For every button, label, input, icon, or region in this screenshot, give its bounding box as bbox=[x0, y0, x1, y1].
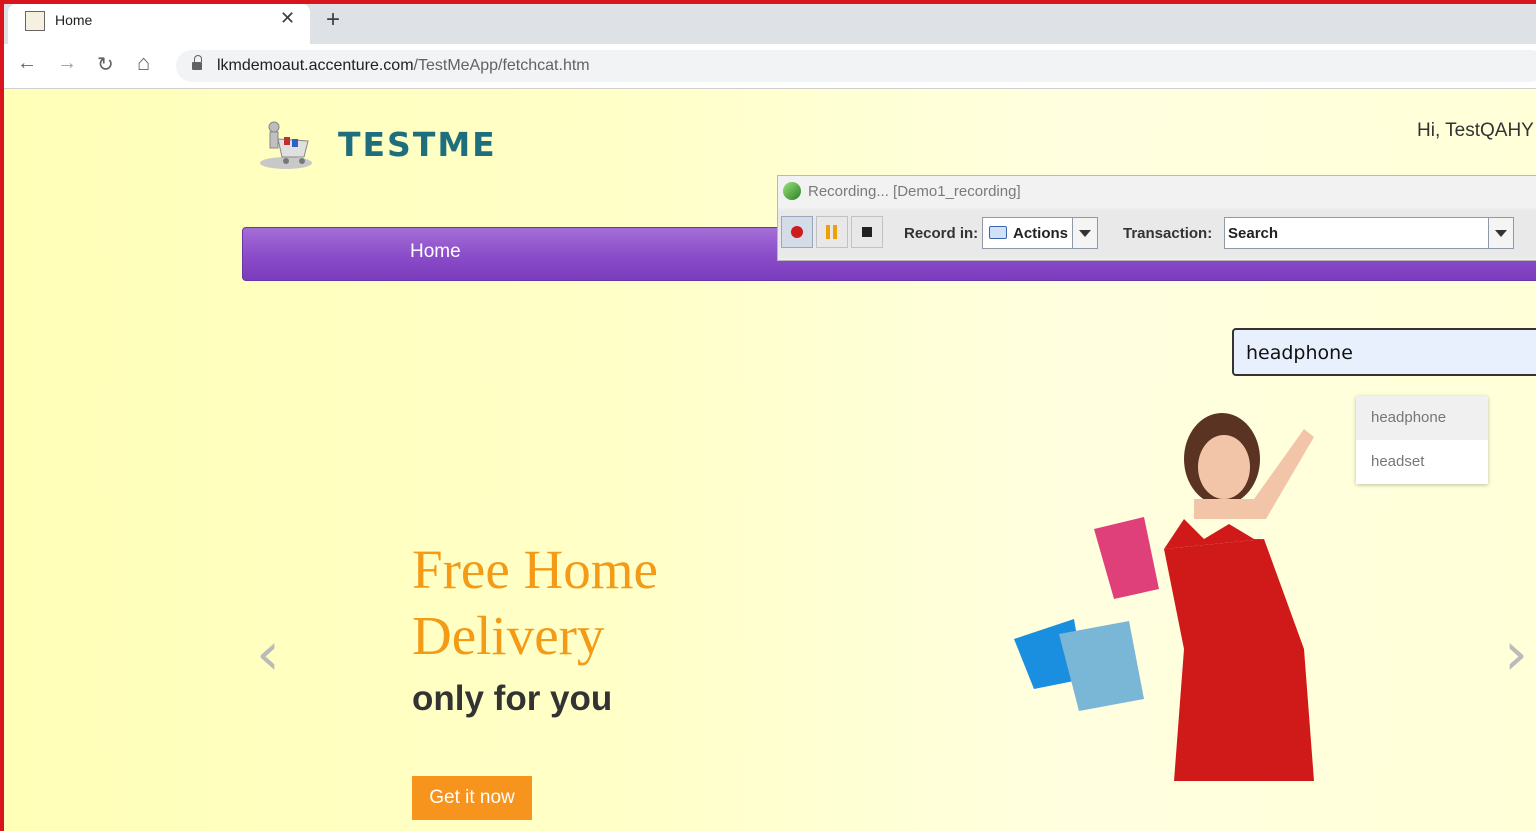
hero-title-line: Delivery bbox=[412, 605, 605, 666]
favicon-icon bbox=[25, 11, 45, 31]
pause-button[interactable] bbox=[816, 216, 848, 248]
record-button[interactable] bbox=[781, 216, 813, 248]
address-bar[interactable]: lkmdemoaut.accenture.com/TestMeApp/fetch… bbox=[176, 50, 1536, 82]
folder-icon bbox=[989, 226, 1007, 239]
suggestion-item[interactable]: headset bbox=[1356, 440, 1488, 484]
hero-subtitle: only for you bbox=[412, 679, 613, 718]
user-greeting: Hi, TestQAHY bbox=[1417, 120, 1534, 141]
shopping-woman-image bbox=[1014, 413, 1314, 781]
transaction-value: Search bbox=[1228, 225, 1279, 242]
recorder-app-icon bbox=[783, 182, 801, 200]
chevron-down-icon[interactable] bbox=[1488, 218, 1513, 248]
recording-border-top bbox=[0, 0, 1536, 4]
shopping-cart-logo-icon bbox=[260, 121, 312, 169]
get-it-now-button[interactable]: Get it now bbox=[412, 776, 532, 820]
transaction-dropdown[interactable]: Search bbox=[1224, 217, 1514, 249]
search-input[interactable] bbox=[1246, 340, 1536, 366]
record-in-value: Actions bbox=[1013, 225, 1069, 242]
recording-controls: Record in: Actions Transaction: Search bbox=[778, 210, 1536, 258]
recording-title: Recording... [Demo1_recording] bbox=[808, 183, 1021, 200]
home-icon[interactable]: ⌂ bbox=[137, 50, 150, 76]
record-in-label: Record in: bbox=[904, 225, 979, 242]
recording-title-bar[interactable]: Recording... [Demo1_recording] bbox=[778, 176, 1536, 208]
hero-title-line: Free Home bbox=[412, 539, 658, 600]
transaction-label: Transaction: bbox=[1123, 225, 1213, 242]
stop-icon bbox=[862, 227, 872, 237]
url-text[interactable]: lkmdemoaut.accenture.com/TestMeApp/fetch… bbox=[217, 57, 590, 75]
site-logo[interactable]: TESTME bbox=[338, 125, 497, 164]
browser-toolbar: ← → ↻ ⌂ lkmdemoaut.accenture.com/TestMeA… bbox=[0, 44, 1536, 89]
carousel-prev-icon[interactable]: ‹ bbox=[256, 619, 280, 689]
search-box[interactable] bbox=[1232, 328, 1536, 376]
recording-border-left bbox=[0, 0, 4, 831]
pause-icon bbox=[826, 225, 838, 239]
recording-toolbar: Recording... [Demo1_recording] Record in… bbox=[777, 175, 1536, 261]
back-icon[interactable]: ← bbox=[17, 52, 37, 75]
chevron-down-icon[interactable] bbox=[1072, 218, 1097, 248]
lock-icon[interactable] bbox=[192, 55, 202, 70]
new-tab-button[interactable]: + bbox=[326, 6, 340, 34]
forward-icon[interactable]: → bbox=[57, 52, 77, 75]
tab-home[interactable]: Home ✕ bbox=[8, 4, 310, 44]
search-suggestions: headphone headset bbox=[1356, 396, 1488, 484]
hero-title: Free Home Delivery bbox=[412, 537, 658, 669]
carousel-next-icon[interactable]: › bbox=[1504, 619, 1528, 689]
tab-title: Home bbox=[55, 12, 93, 28]
record-icon bbox=[791, 226, 803, 238]
nav-item-home[interactable]: Home bbox=[410, 241, 461, 263]
tab-strip: Home ✕ + bbox=[0, 0, 1536, 44]
tab-close-icon[interactable]: ✕ bbox=[280, 8, 295, 29]
suggestion-item[interactable]: headphone bbox=[1356, 396, 1488, 440]
stop-button[interactable] bbox=[851, 216, 883, 248]
record-in-dropdown[interactable]: Actions bbox=[982, 217, 1098, 249]
reload-icon[interactable]: ↻ bbox=[97, 52, 114, 77]
